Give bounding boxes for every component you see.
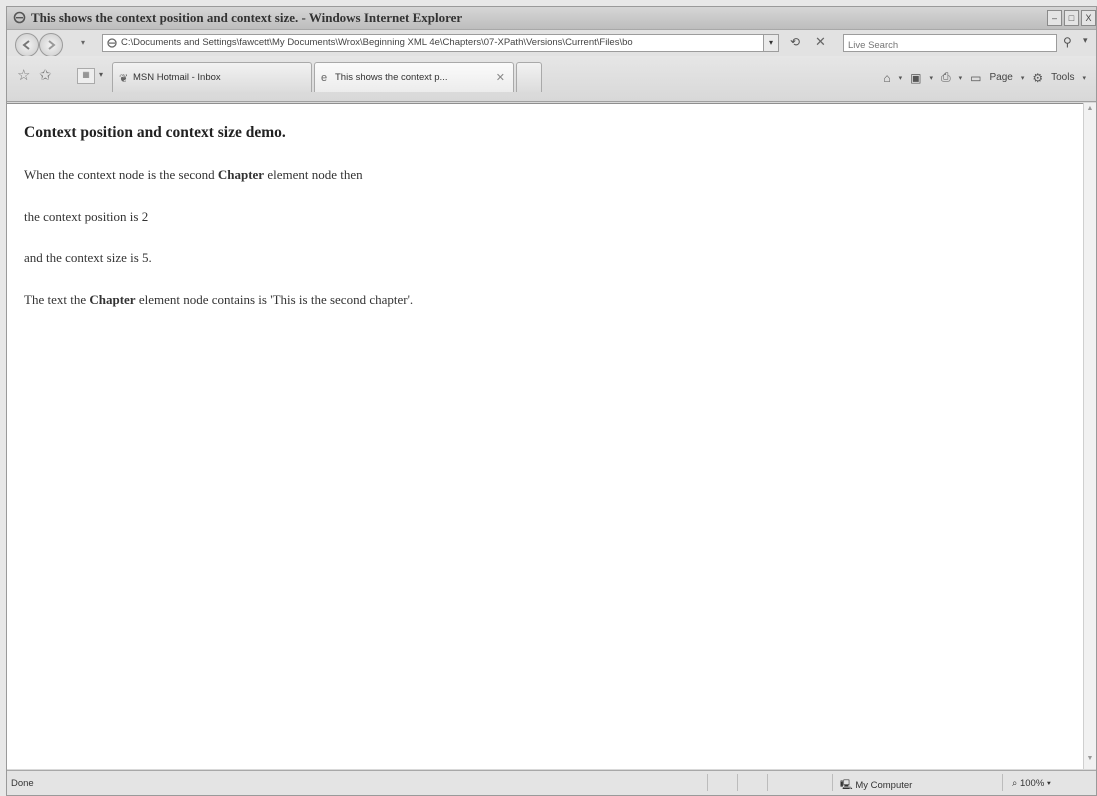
tab-msn-hotmail[interactable]: ❦ MSN Hotmail - Inbox [112, 62, 312, 92]
tab-list-dropdown[interactable]: ▾ [99, 70, 103, 79]
zoom-icon: ⌕ [1012, 778, 1020, 789]
tab-bar: ☆ ✩ ▦ ▾ ❦ MSN Hotmail - Inbox e This sho… [7, 56, 1096, 102]
line4-pre: The text the [24, 292, 90, 307]
minimize-button[interactable]: – [1047, 10, 1062, 26]
tab-context-demo[interactable]: e This shows the context p... ✕ [314, 62, 514, 92]
add-favorites-icon[interactable]: ✩ [39, 66, 52, 84]
line1-pre: When the context node is the second [24, 167, 218, 182]
computer-icon: 🖳 [840, 780, 856, 791]
ie-page-icon [107, 38, 117, 48]
ie-logo-icon [13, 11, 26, 24]
chapter-text-line: The text the Chapter element node contai… [24, 292, 413, 308]
status-divider [737, 774, 738, 791]
stop-icon[interactable]: ✕ [815, 34, 826, 50]
line4-post: element node contains is 'This is the se… [135, 292, 414, 307]
tools-menu-button[interactable]: Tools [1051, 72, 1074, 83]
search-field[interactable] [843, 34, 1057, 54]
line4-bold: Chapter [89, 292, 136, 307]
refresh-icon[interactable]: ⟲ [790, 35, 800, 49]
title-bar: This shows the context position and cont… [7, 7, 1096, 30]
search-options-dropdown[interactable]: ▾ [1083, 35, 1088, 46]
zoom-dropdown[interactable]: ▾ [1047, 778, 1051, 789]
address-dropdown-button[interactable]: ▾ [763, 34, 779, 52]
status-divider [707, 774, 708, 791]
context-size-line: and the context size is 5. [24, 250, 152, 265]
scroll-up-icon[interactable]: ▲ [1085, 105, 1095, 117]
forward-arrow-icon [48, 40, 56, 50]
page-dropdown[interactable]: ▾ [1021, 74, 1025, 82]
status-divider [767, 774, 768, 791]
context-node-line: When the context node is the second Chap… [24, 167, 363, 183]
zoom-control[interactable]: ⌕ 100% ▾ [1012, 778, 1051, 789]
feeds-icon[interactable]: ▣ [910, 71, 921, 85]
close-button[interactable]: X [1081, 10, 1096, 26]
forward-button[interactable] [39, 33, 63, 57]
ie-page-icon: e [321, 72, 328, 84]
vertical-scrollbar[interactable]: ▲ ▼ [1083, 103, 1096, 769]
home-dropdown[interactable]: ▾ [899, 74, 903, 82]
recent-pages-dropdown[interactable]: ▾ [81, 38, 85, 47]
address-toolbar: ▾ C:\Documents and Settings\fawcett\My D… [7, 30, 1096, 57]
command-bar: ⌂ ▾ ▣ ▾ ⎙ ▾ ▭ Page ▾ ⚙ Tools ▾ [883, 70, 1086, 85]
back-arrow-icon [22, 40, 30, 50]
quick-tabs-icon[interactable]: ▦ [77, 68, 95, 84]
status-divider [1002, 774, 1003, 791]
search-icon[interactable]: ⚲ [1063, 35, 1072, 49]
status-divider [832, 774, 833, 791]
context-position-line: the context position is 2 [24, 209, 149, 224]
window-title: This shows the context position and cont… [31, 10, 463, 25]
new-tab-button[interactable] [516, 62, 542, 92]
zone-label: My Computer [855, 780, 913, 791]
close-tab-icon[interactable]: ✕ [496, 71, 505, 84]
page-menu-button[interactable]: Page [989, 72, 1012, 83]
status-bar: Done 🖳 My Computer ⌕ 100% ▾ [7, 770, 1096, 795]
print-dropdown[interactable]: ▾ [959, 74, 963, 82]
back-button[interactable] [15, 33, 39, 57]
print-icon[interactable]: ⎙ [941, 70, 951, 85]
status-text: Done [11, 778, 34, 789]
line1-post: element node then [264, 167, 363, 182]
maximize-button[interactable]: □ [1064, 10, 1079, 26]
page-icon[interactable]: ▭ [970, 71, 981, 85]
tab-label: MSN Hotmail - Inbox [133, 72, 221, 83]
tools-gear-icon[interactable]: ⚙ [1032, 71, 1043, 85]
home-icon[interactable]: ⌂ [883, 71, 890, 85]
line1-bold: Chapter [217, 167, 265, 182]
window-controls: – □ X [1047, 10, 1096, 26]
browser-window: This shows the context position and cont… [6, 6, 1097, 796]
tab-label: This shows the context p... [335, 72, 448, 83]
page-content: Context position and context size demo. … [7, 103, 1083, 769]
page-heading: Context position and context size demo. [24, 124, 286, 141]
feeds-dropdown[interactable]: ▾ [930, 74, 934, 82]
msn-butterfly-icon: ❦ [119, 73, 129, 85]
scroll-down-icon[interactable]: ▼ [1085, 755, 1095, 767]
tools-dropdown[interactable]: ▾ [1082, 74, 1086, 82]
search-input[interactable] [844, 37, 1052, 54]
favorites-star-icon[interactable]: ☆ [17, 66, 30, 84]
address-field[interactable]: C:\Documents and Settings\fawcett\My Doc… [102, 34, 764, 52]
address-url[interactable]: C:\Documents and Settings\fawcett\My Doc… [121, 37, 741, 48]
security-zone[interactable]: 🖳 My Computer [840, 778, 912, 794]
zoom-level: 100% [1019, 778, 1045, 789]
